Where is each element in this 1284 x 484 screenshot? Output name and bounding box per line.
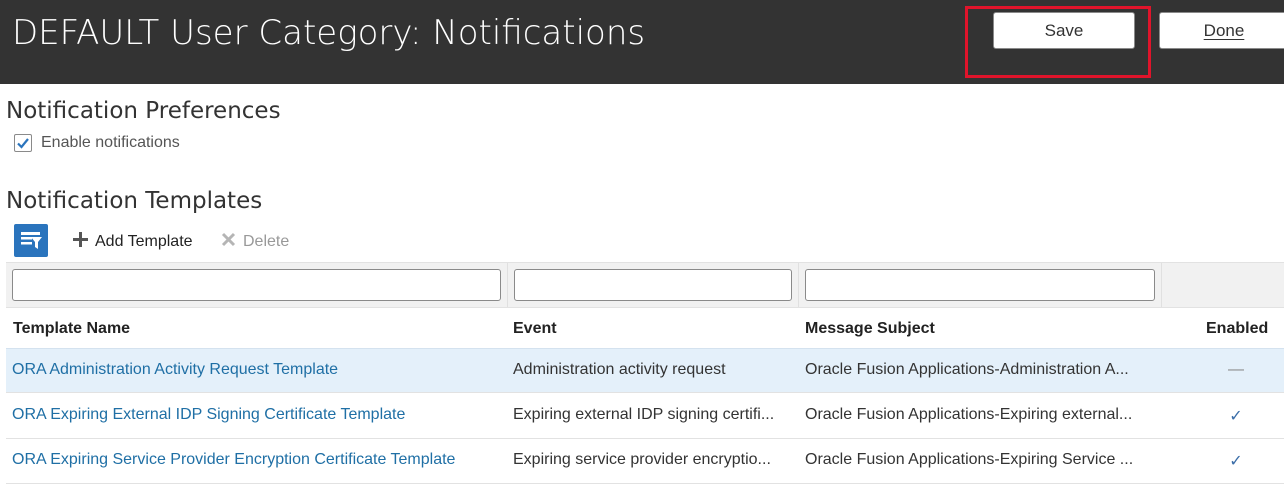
enabled-check-icon: ✓ <box>1229 453 1243 470</box>
templates-title: Notification Templates <box>6 188 263 214</box>
preferences-title: Notification Preferences <box>6 98 281 124</box>
event-cell: Expiring service provider encryptio... <box>513 451 771 468</box>
template-name-link[interactable]: ORA Expiring External IDP Signing Certif… <box>12 406 502 424</box>
plus-icon <box>72 231 89 253</box>
add-template-label: Add Template <box>95 233 193 250</box>
delete-button[interactable]: Delete <box>220 231 289 253</box>
column-header-template-name[interactable]: Template Name <box>13 320 130 338</box>
enable-notifications-checkbox[interactable] <box>14 134 32 152</box>
done-button[interactable]: Done <box>1159 12 1284 49</box>
query-by-example-button[interactable] <box>14 224 48 257</box>
column-header-event[interactable]: Event <box>513 320 557 338</box>
delete-x-icon <box>220 231 237 253</box>
enable-notifications-label: Enable notifications <box>41 134 180 151</box>
enabled-indicator: — <box>1228 361 1244 378</box>
event-cell: Expiring external IDP signing certifi... <box>513 406 775 423</box>
message-subject-cell: Oracle Fusion Applications-Expiring exte… <box>805 406 1133 423</box>
column-divider <box>1161 263 1162 307</box>
page-header: DEFAULT User Category: Notifications Sav… <box>0 0 1284 84</box>
enabled-check-icon: ✓ <box>1229 408 1243 425</box>
add-template-button[interactable]: Add Template <box>72 231 193 253</box>
table-row[interactable]: ORA Expiring External IDP Signing Certif… <box>6 394 1284 439</box>
event-cell: Administration activity request <box>513 361 726 378</box>
save-highlight-box <box>965 6 1151 78</box>
column-header-message-subject[interactable]: Message Subject <box>805 320 935 338</box>
template-name-link[interactable]: ORA Administration Activity Request Temp… <box>12 361 502 379</box>
delete-label: Delete <box>243 233 290 250</box>
column-divider <box>507 263 508 307</box>
page-title: DEFAULT User Category: Notifications <box>12 13 646 53</box>
template-name-link[interactable]: ORA Expiring Service Provider Encryption… <box>12 451 502 469</box>
enable-notifications-row: Enable notifications <box>14 134 180 152</box>
query-by-example-icon <box>21 232 42 249</box>
filter-row <box>6 262 1284 308</box>
message-subject-filter-input[interactable] <box>805 269 1155 301</box>
message-subject-cell: Oracle Fusion Applications-Expiring Serv… <box>805 451 1134 468</box>
checkmark-icon <box>17 138 29 149</box>
event-filter-input[interactable] <box>514 269 792 301</box>
table-row[interactable]: ORA Expiring Service Provider Encryption… <box>6 439 1284 484</box>
table-row[interactable]: ORA Administration Activity Request Temp… <box>6 348 1284 393</box>
column-header-enabled[interactable]: Enabled <box>1206 320 1268 338</box>
done-button-label: Done <box>1203 20 1245 40</box>
column-divider <box>798 263 799 307</box>
template-name-filter-input[interactable] <box>12 269 501 301</box>
message-subject-cell: Oracle Fusion Applications-Administratio… <box>805 361 1129 378</box>
